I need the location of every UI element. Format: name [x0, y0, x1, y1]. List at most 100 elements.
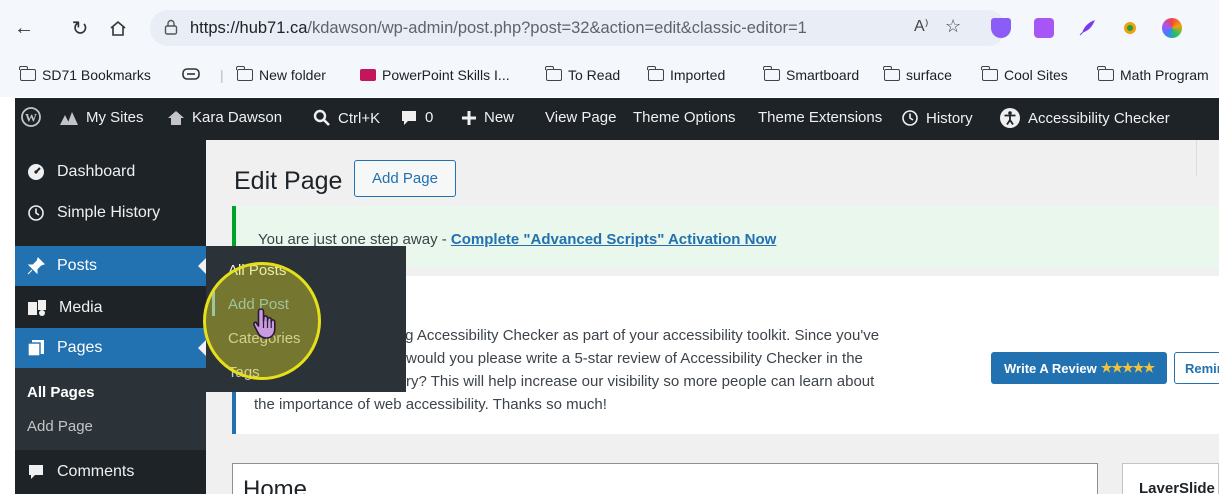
layerslider-title: LaverSlide	[1139, 480, 1215, 494]
theme-options-link[interactable]: Theme Options	[633, 109, 736, 126]
folder-icon	[1097, 66, 1114, 81]
history-icon	[28, 205, 44, 221]
bookmark-label: PowerPoint Skills I...	[382, 67, 510, 83]
new-content-menu[interactable]: New	[461, 109, 514, 126]
sidebar-item-media[interactable]: Media	[15, 288, 206, 328]
lock-icon	[164, 19, 178, 35]
pages-icon	[27, 340, 44, 357]
pushpin-icon	[27, 257, 45, 275]
history-link[interactable]: History	[901, 109, 973, 127]
sidebar-item-label: Media	[59, 299, 103, 316]
sidebar-item-label: Comments	[57, 463, 135, 480]
folder-icon	[883, 66, 900, 81]
pages-submenu	[15, 368, 206, 450]
folder-icon	[236, 66, 253, 81]
address-row: ← ↻ https://hub71.ca/kdawson/wp-admin/po…	[0, 8, 1219, 48]
sidebar-item-label: Pages	[57, 339, 103, 356]
bookmark-divider: |	[220, 67, 224, 83]
bookmark-label: surface	[906, 67, 952, 83]
sidebar-item-simple-history[interactable]: Simple History	[15, 193, 206, 233]
bookmarks-bar: SD71 Bookmarks | New folder PowerPoint S…	[0, 60, 1219, 92]
review-text-line: the importance of web accessibility. Tha…	[254, 396, 607, 413]
theme-options-label: Theme Options	[633, 109, 736, 126]
my-sites-menu[interactable]: My Sites	[59, 109, 144, 126]
url-host: https://hub71.ca	[190, 18, 308, 37]
bookmark-to-read[interactable]: To Read	[545, 66, 621, 83]
bookmark-label: SD71 Bookmarks	[42, 67, 151, 83]
accessibility-checker-label: Accessibility Checker	[1028, 109, 1170, 127]
browser-chrome: ← ↻ https://hub71.ca/kdawson/wp-admin/po…	[0, 0, 1219, 97]
sidebar-item-posts[interactable]: Posts	[15, 246, 206, 286]
read-aloud-icon[interactable]: A⁾	[914, 16, 929, 36]
folder-icon	[19, 66, 36, 81]
history-icon	[902, 110, 918, 126]
submenu-add-page[interactable]: Add Page	[27, 418, 93, 435]
bookmark-media[interactable]	[182, 67, 200, 81]
my-sites-label: My Sites	[86, 109, 144, 126]
folder-icon	[763, 66, 780, 81]
comment-icon	[29, 465, 43, 479]
bookmark-imported[interactable]: Imported	[647, 66, 725, 83]
bookmark-cool-sites[interactable]: Cool Sites	[981, 66, 1068, 83]
extension-icon[interactable]	[991, 18, 1011, 38]
bookmark-label: To Read	[568, 67, 621, 83]
post-title-input[interactable]: Home	[232, 463, 1098, 494]
new-label: New	[484, 109, 515, 126]
url-bar[interactable]: https://hub71.ca/kdawson/wp-admin/post.p…	[150, 10, 1006, 46]
home-icon[interactable]	[104, 14, 132, 42]
submenu-all-pages[interactable]: All Pages	[27, 384, 95, 401]
media-icon	[28, 300, 46, 316]
search-icon	[313, 109, 330, 126]
extension-color-icon[interactable]	[1162, 18, 1182, 38]
comments-menu[interactable]: 0	[400, 109, 433, 126]
extension-puzzle-icon[interactable]	[1034, 18, 1054, 38]
extension-feather-icon[interactable]	[1077, 18, 1097, 38]
bookmark-new-folder[interactable]: New folder	[236, 66, 326, 83]
wordpress-logo-icon[interactable]: W	[21, 107, 41, 127]
view-page-link[interactable]: View Page	[545, 109, 616, 126]
home-icon	[168, 110, 184, 125]
comments-count: 0	[425, 109, 434, 126]
post-title-value: Home	[243, 476, 308, 494]
bookmark-math-program[interactable]: Math Program	[1097, 66, 1209, 83]
site-name-menu[interactable]: Kara Dawson	[167, 109, 282, 126]
activation-link[interactable]: Complete "Advanced Scripts" Activation N…	[451, 231, 776, 248]
bookmark-label: Math Program	[1120, 67, 1209, 83]
svg-text:W: W	[25, 111, 37, 125]
wp-admin-bar: W My Sites Kara Dawson Ctrl+K 0 New View…	[15, 98, 1219, 140]
star-rating-icon: ★★★★★	[1100, 360, 1155, 375]
comment-icon	[402, 110, 416, 125]
review-text-line: le, would you please write a 5-star revi…	[386, 350, 863, 367]
remind-me-button[interactable]: Remind M	[1174, 352, 1219, 384]
accessibility-icon	[1000, 108, 1020, 128]
screen-options-edge	[1193, 140, 1197, 176]
favorite-star-icon[interactable]: ☆	[945, 16, 961, 37]
url-path: /kdawson/wp-admin/post.php?post=32&actio…	[307, 18, 807, 37]
bookmark-sd71[interactable]: SD71 Bookmarks	[19, 66, 151, 83]
folder-icon	[981, 66, 998, 81]
sidebar-item-pages[interactable]: Pages	[15, 328, 206, 368]
sidebar-item-label: Dashboard	[57, 163, 136, 180]
site-name-label: Kara Dawson	[192, 109, 283, 126]
add-page-button[interactable]: Add Page	[354, 160, 456, 197]
accessibility-checker-link[interactable]: Accessibility Checker	[999, 107, 1170, 129]
back-icon[interactable]: ←	[10, 14, 38, 42]
bookmark-media-icon	[182, 68, 200, 80]
bookmark-smartboard[interactable]: Smartboard	[763, 66, 859, 83]
write-review-button[interactable]: Write A Review ★★★★★	[991, 352, 1167, 384]
view-page-label: View Page	[545, 109, 617, 126]
bookmark-surface[interactable]: surface	[883, 66, 952, 83]
search-shortcut[interactable]: Ctrl+K	[313, 109, 380, 127]
refresh-icon[interactable]: ↻	[66, 14, 94, 42]
history-label: History	[926, 109, 973, 127]
layerslider-metabox: LaverSlide	[1122, 463, 1219, 494]
theme-extensions-link[interactable]: Theme Extensions	[758, 109, 882, 126]
powerpoint-icon	[360, 69, 376, 81]
extension-bird-icon[interactable]	[1120, 18, 1140, 38]
folder-icon	[647, 66, 664, 81]
bookmark-label: Cool Sites	[1004, 67, 1068, 83]
sidebar-item-comments[interactable]: Comments	[15, 452, 206, 492]
bookmark-powerpoint[interactable]: PowerPoint Skills I...	[360, 67, 510, 83]
review-text-line: sing Accessibility Checker as part of yo…	[386, 327, 880, 344]
sidebar-item-dashboard[interactable]: Dashboard	[15, 152, 206, 192]
